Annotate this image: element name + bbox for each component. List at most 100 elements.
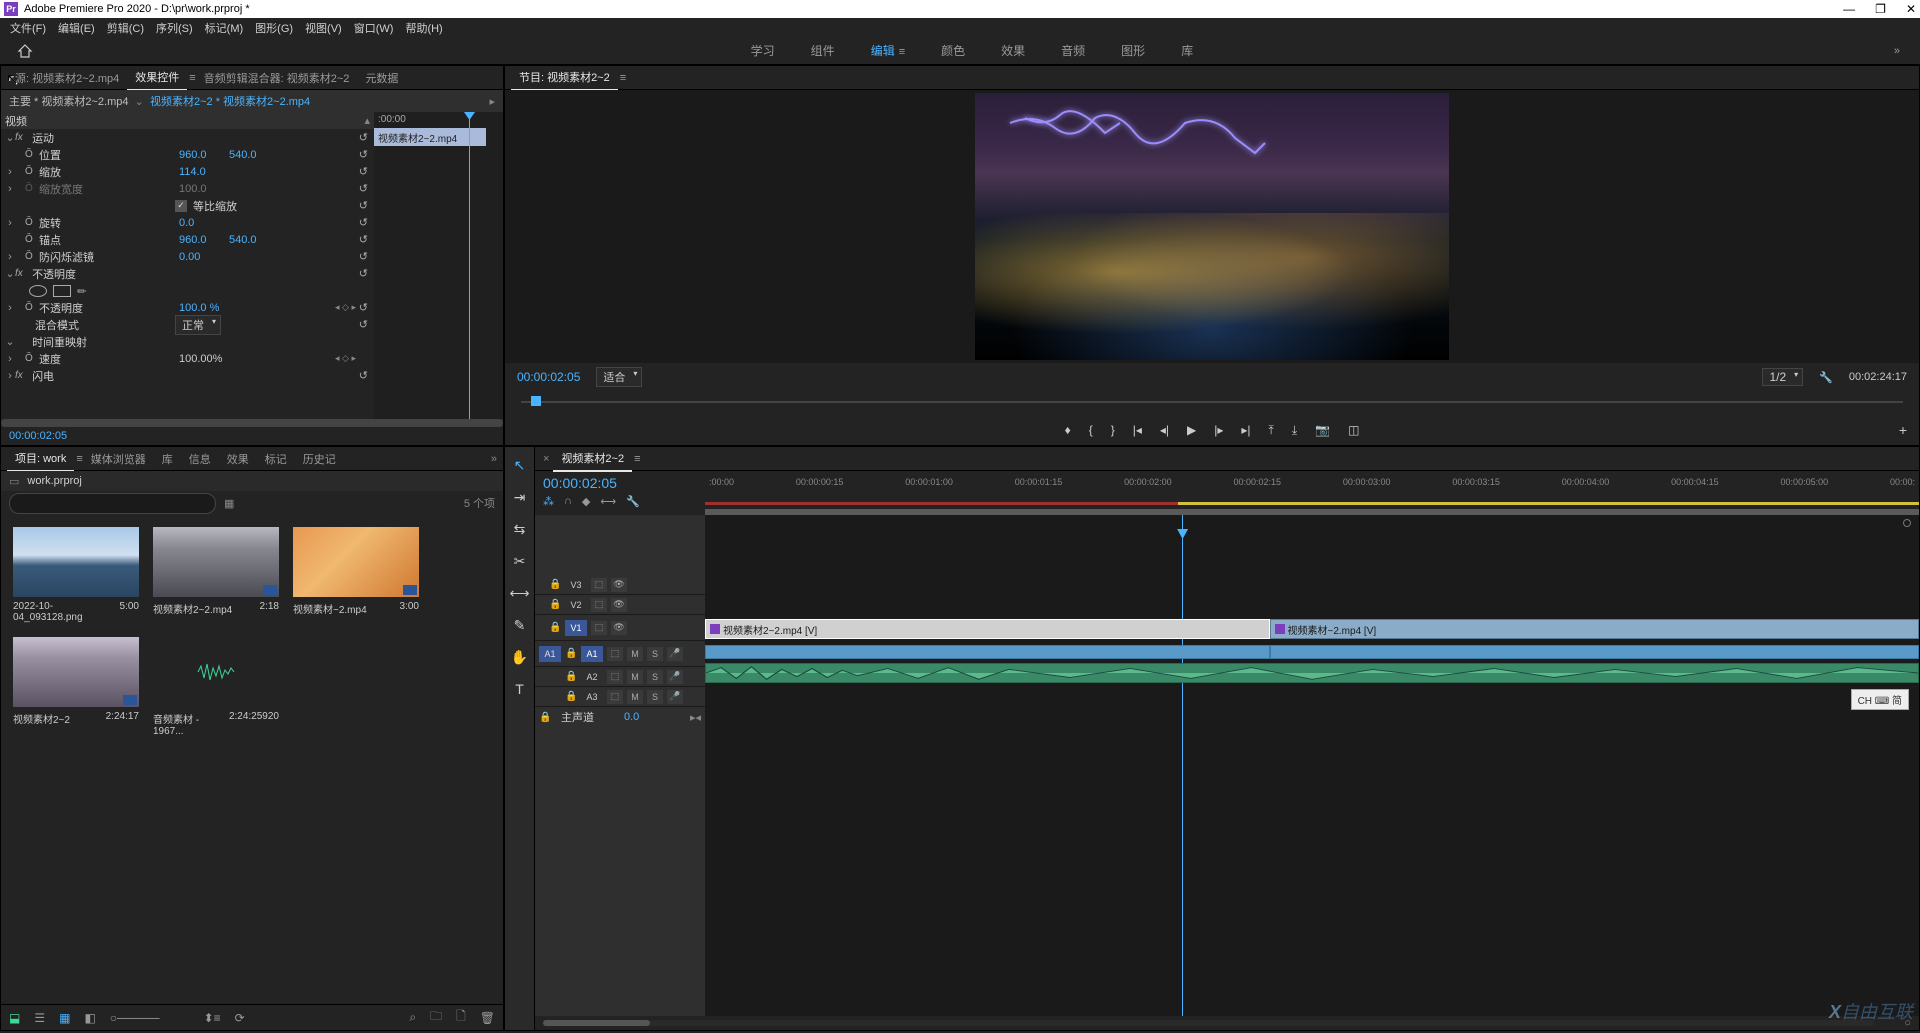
track-eye-icon[interactable]: 👁 xyxy=(611,598,627,612)
stopwatch-icon[interactable]: Ŏ xyxy=(25,217,39,228)
tab-history[interactable]: 历史记 xyxy=(295,447,344,471)
step-back-icon[interactable]: ◂| xyxy=(1160,423,1169,437)
position-y[interactable]: 540.0 xyxy=(229,149,279,161)
selection-tool[interactable]: ↖ xyxy=(510,455,530,475)
effect-timeremap[interactable]: 时间重映射 xyxy=(32,334,87,350)
track-v3[interactable]: V3 xyxy=(565,577,587,593)
marker-tool-icon[interactable]: ◆ xyxy=(582,495,590,508)
keyframe-nav[interactable]: ◂ ◇ ▸ xyxy=(335,353,356,364)
mask-rect[interactable] xyxy=(53,285,71,297)
step-fwd-icon[interactable]: |▸ xyxy=(1214,423,1223,437)
mute-icon[interactable]: M xyxy=(627,670,643,684)
lock-icon[interactable]: 🔒 xyxy=(549,599,561,610)
new-bin-icon[interactable]: 🗀 xyxy=(430,1007,442,1028)
ws-color[interactable]: 颜色 xyxy=(941,42,965,59)
track-a2[interactable]: A2 xyxy=(581,669,603,685)
mute-icon[interactable]: M xyxy=(627,690,643,704)
work-area-end[interactable] xyxy=(1903,519,1911,527)
track-output-icon[interactable]: ⬚ xyxy=(607,690,623,704)
reset-icon[interactable]: ↺ xyxy=(359,165,368,178)
home-button[interactable] xyxy=(0,43,50,59)
ws-edit[interactable]: 编辑 xyxy=(871,44,895,58)
search-input[interactable] xyxy=(9,493,216,514)
twirl-icon[interactable]: › xyxy=(5,370,15,382)
twirl-icon[interactable]: ⌄ xyxy=(5,267,15,280)
timeline-timecode[interactable]: 00:00:02:05 xyxy=(543,475,697,491)
media-item[interactable]: 视频素材2~2.mp42:18 xyxy=(153,527,279,623)
audio-clip[interactable] xyxy=(705,663,1919,683)
menu-edit[interactable]: 编辑(E) xyxy=(54,18,99,38)
track-v2[interactable]: V2 xyxy=(565,597,587,613)
tab-project[interactable]: 项目: work xyxy=(7,446,74,472)
voice-icon[interactable]: 🎤 xyxy=(667,647,683,661)
ime-indicator[interactable]: CH ⌨ 简 xyxy=(1851,689,1909,710)
video-clip[interactable]: 视频素材~2.mp4 [V] xyxy=(1270,619,1919,639)
zoom-fit-select[interactable]: 适合 xyxy=(596,367,642,387)
tab-markers[interactable]: 标记 xyxy=(257,447,295,471)
play-icon[interactable]: ▶ xyxy=(1187,423,1196,437)
scale-value[interactable]: 114.0 xyxy=(179,166,229,178)
reset-icon[interactable]: ↺ xyxy=(359,250,368,263)
position-x[interactable]: 960.0 xyxy=(179,149,229,161)
effect-motion[interactable]: 运动 xyxy=(32,130,54,146)
reset-icon[interactable]: ↺ xyxy=(359,131,368,144)
stopwatch-icon[interactable]: Ŏ xyxy=(25,166,39,177)
ws-learn[interactable]: 学习 xyxy=(751,42,775,59)
slip-tool[interactable]: ⟷ xyxy=(510,583,530,603)
solo-icon[interactable]: S xyxy=(647,647,663,661)
menu-file[interactable]: 文件(F) xyxy=(6,18,50,38)
twirl-icon[interactable]: › xyxy=(5,166,15,178)
rw-lock-icon[interactable]: ⬓ xyxy=(9,1011,20,1025)
wrench-icon[interactable]: 🔧 xyxy=(626,495,640,508)
add-marker-icon[interactable]: ♦ xyxy=(1065,423,1071,437)
delete-icon[interactable]: 🗑 xyxy=(480,1011,495,1025)
menu-sequence[interactable]: 序列(S) xyxy=(152,18,197,38)
freeform-view-icon[interactable]: ◧ xyxy=(84,1011,95,1025)
scroll-handle[interactable]: ○ xyxy=(1904,1017,1911,1029)
pen-tool[interactable]: ✎ xyxy=(510,615,530,635)
mute-icon[interactable]: M xyxy=(627,647,643,661)
mask-pen-icon[interactable]: ✎ xyxy=(74,282,92,300)
stopwatch-icon[interactable]: Ŏ xyxy=(25,302,39,313)
seq-settings-icon[interactable]: ⟷ xyxy=(600,495,616,508)
tab-source[interactable]: 源: 视频素材2~2.mp4 xyxy=(7,66,127,90)
track-output-icon[interactable]: ⬚ xyxy=(591,578,607,592)
effect-lightning[interactable]: 闪电 xyxy=(32,368,54,384)
razor-tool[interactable]: ✂ xyxy=(510,551,530,571)
reset-icon[interactable]: ↺ xyxy=(359,318,368,331)
ws-library[interactable]: 库 xyxy=(1181,42,1193,59)
compare-icon[interactable]: ◫ xyxy=(1348,423,1359,437)
timeline-zoom-scrollbar[interactable] xyxy=(543,1020,650,1026)
panel-menu-icon[interactable]: ≡ xyxy=(620,72,626,84)
twirl-icon[interactable]: › xyxy=(5,183,15,195)
keyframe-nav[interactable]: ◂ ◇ ▸ xyxy=(335,302,356,313)
program-scrubber[interactable] xyxy=(521,391,1903,415)
stopwatch-icon[interactable]: Ŏ xyxy=(25,149,39,160)
tab-effect-controls[interactable]: 效果控件 xyxy=(127,65,187,91)
twirl-icon[interactable]: › xyxy=(5,302,15,314)
find-icon[interactable]: ⌕ xyxy=(409,1010,416,1025)
track-eye-icon[interactable]: 👁 xyxy=(611,621,627,635)
export-frame-icon[interactable]: 📷 xyxy=(1315,423,1330,437)
maximize-button[interactable]: ❐ xyxy=(1875,2,1886,16)
reset-icon[interactable]: ↺ xyxy=(359,267,368,280)
tab-audio-mixer[interactable]: 音频剪辑混合器: 视频素材2~2 xyxy=(196,66,358,90)
automate-icon[interactable]: ⟳ xyxy=(235,1011,245,1025)
timeline-track-area[interactable]: 视频素材2~2.mp4 [V] 视频素材~2.mp4 [V] xyxy=(705,515,1919,1016)
media-item[interactable]: 音频素材 - 1967...2:24:25920 xyxy=(153,637,279,737)
reset-icon[interactable]: ↺ xyxy=(359,199,368,212)
stopwatch-icon[interactable]: Ŏ xyxy=(25,234,39,245)
reset-icon[interactable]: ↺ xyxy=(359,233,368,246)
track-output-icon[interactable]: ⬚ xyxy=(607,670,623,684)
ws-overflow[interactable]: » xyxy=(1894,45,1900,57)
stopwatch-icon[interactable]: Ŏ xyxy=(25,251,39,262)
list-view-icon[interactable]: ☰ xyxy=(34,1011,45,1025)
anchor-y[interactable]: 540.0 xyxy=(229,234,279,246)
menu-help[interactable]: 帮助(H) xyxy=(401,18,446,38)
track-eye-icon[interactable]: 👁 xyxy=(611,578,627,592)
source-a1[interactable]: A1 xyxy=(539,646,561,662)
stopwatch-icon[interactable]: Ŏ xyxy=(25,183,39,194)
twirl-icon[interactable]: › xyxy=(5,251,15,263)
snap-icon[interactable]: ⁂ xyxy=(543,495,554,508)
extract-icon[interactable]: ⤓ xyxy=(1292,423,1297,438)
